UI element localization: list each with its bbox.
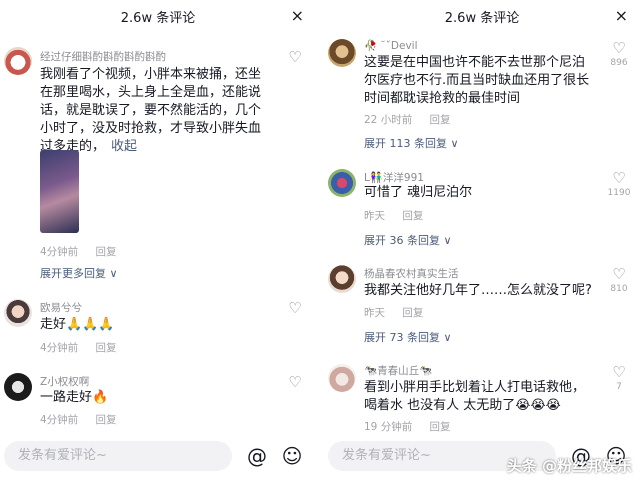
heart-outline-icon[interactable]: ♡ xyxy=(606,266,632,282)
comment-username[interactable]: Z小权权啊 xyxy=(40,374,89,389)
comments-count-title: 2.6w 条评论 xyxy=(120,11,196,26)
comments-header: 2.6w 条评论 × xyxy=(0,0,316,34)
heart-outline-icon[interactable]: ♡ xyxy=(282,300,308,316)
like-button[interactable]: ♡ xyxy=(282,374,308,390)
like-count: 810 xyxy=(610,284,628,294)
comment-username[interactable]: 🐄青春山丘🐄 xyxy=(364,363,432,378)
comment-time: 22 小时前 xyxy=(364,114,413,126)
avatar[interactable] xyxy=(4,299,32,327)
comments-panel-right: 2.6w 条评论 × 🥀 ˘ˇDevil 这要是在中国也许不能不去世那个尼泊尔医… xyxy=(324,0,640,491)
close-icon[interactable]: × xyxy=(291,6,304,25)
comment-username[interactable]: L👫洋洋991 xyxy=(364,170,424,185)
comment-time: 4分钟前 xyxy=(40,342,79,354)
heart-outline-icon[interactable]: ♡ xyxy=(606,170,632,186)
at-icon[interactable]: @ xyxy=(246,445,268,467)
reply-button[interactable]: 回复 xyxy=(402,210,423,222)
comment-meta: 昨天 回复 xyxy=(364,208,437,223)
comment-image-thumbnail[interactable] xyxy=(40,150,79,233)
like-button[interactable]: ♡ xyxy=(282,49,308,65)
comment-time: 昨天 xyxy=(364,307,385,319)
comment-username[interactable]: 杨晶春农村真实生活 xyxy=(364,266,459,281)
like-button[interactable]: ♡ 1190 xyxy=(606,170,632,198)
comment-meta: 22 小时前 回复 xyxy=(364,112,465,127)
like-count: 1190 xyxy=(607,188,631,198)
heart-outline-icon[interactable]: ♡ xyxy=(282,49,308,65)
avatar[interactable] xyxy=(328,39,356,67)
comment-meta: 4分钟前 回复 xyxy=(40,340,131,355)
comment-meta: 昨天 回复 xyxy=(364,305,437,320)
like-button[interactable]: ♡ 7 xyxy=(606,364,632,392)
expand-replies-link[interactable]: 展开 113 条回复 ∨ xyxy=(364,135,459,151)
comment-time: 4分钟前 xyxy=(40,246,79,258)
avatar[interactable] xyxy=(4,373,32,401)
reply-button[interactable]: 回复 xyxy=(430,114,451,126)
reply-button[interactable]: 回复 xyxy=(430,421,451,433)
comments-count-title: 2.6w 条评论 xyxy=(444,11,520,26)
reply-button[interactable]: 回复 xyxy=(96,342,117,354)
reply-button[interactable]: 回复 xyxy=(96,246,117,258)
avatar[interactable] xyxy=(4,47,32,75)
emoji-icon[interactable]: ☺ xyxy=(281,445,303,467)
comment-text: 看到小胖用手比划着让人打电话救他，喝着水 也没有人 太无助了😭😭😭 xyxy=(364,380,586,413)
comment-username[interactable]: 经过仔细斟酌斟酌斟酌斟酌 xyxy=(40,49,166,64)
heart-outline-icon[interactable]: ♡ xyxy=(606,40,632,56)
avatar[interactable] xyxy=(328,265,356,293)
avatar[interactable] xyxy=(328,169,356,197)
like-button[interactable]: ♡ 810 xyxy=(606,266,632,294)
comment-meta: 19 分钟前 回复 xyxy=(364,419,465,434)
comment-text: 一路走好🔥 xyxy=(40,390,109,405)
comment-text: 我刚看了个视频，小胖本来被捅，还坐在那里喝水，头上身上全是血，还能说话，就是耽误… xyxy=(40,67,262,154)
reply-button[interactable]: 回复 xyxy=(402,307,423,319)
comment-meta: 4分钟前 回复 xyxy=(40,244,131,259)
reply-button[interactable]: 回复 xyxy=(96,414,117,426)
expand-replies-link[interactable]: 展开 36 条回复 ∨ xyxy=(364,232,452,248)
panel-divider xyxy=(316,0,324,491)
like-count: 896 xyxy=(610,58,628,68)
avatar[interactable] xyxy=(328,364,356,392)
comment-time: 19 分钟前 xyxy=(364,421,413,433)
comment-input-bar: 发条有爱评论~ @ ☺ xyxy=(0,437,316,477)
collapse-link[interactable]: 收起 xyxy=(111,139,137,154)
comment-text: 走好🙏🙏🙏 xyxy=(40,317,115,332)
comments-panel-left: 2.6w 条评论 × 经过仔细斟酌斟酌斟酌斟酌 我刚看了个视频，小胖本来被捅，还… xyxy=(0,0,316,491)
comment-username[interactable]: 🥀 ˘ˇDevil xyxy=(364,39,418,52)
comment-input[interactable]: 发条有爱评论~ xyxy=(4,441,232,471)
comment-meta: 4分钟前 回复 xyxy=(40,412,131,427)
heart-outline-icon[interactable]: ♡ xyxy=(606,364,632,380)
source-watermark: 头条 @粉丝邦娱乐 xyxy=(506,457,632,475)
comment-text: 可惜了 魂归尼泊尔 xyxy=(364,185,473,200)
comment-text: 我都关注他好几年了……怎么就没了呢? xyxy=(364,283,592,298)
comment-text: 这要是在中国也许不能不去世那个尼泊尔医疗也不行.而且当时缺血还用了很长时间都耽误… xyxy=(364,55,590,106)
like-button[interactable]: ♡ 896 xyxy=(606,40,632,68)
like-count: 7 xyxy=(616,382,622,392)
expand-replies-link[interactable]: 展开 73 条回复 ∨ xyxy=(364,329,452,345)
comment-username[interactable]: 欧易兮兮 xyxy=(40,300,82,315)
expand-replies-link[interactable]: 展开更多回复 ∨ xyxy=(40,265,118,281)
close-icon[interactable]: × xyxy=(615,6,628,25)
comments-header: 2.6w 条评论 × xyxy=(324,0,640,34)
heart-outline-icon[interactable]: ♡ xyxy=(282,374,308,390)
comment-time: 4分钟前 xyxy=(40,414,79,426)
like-button[interactable]: ♡ xyxy=(282,300,308,316)
comment-time: 昨天 xyxy=(364,210,385,222)
